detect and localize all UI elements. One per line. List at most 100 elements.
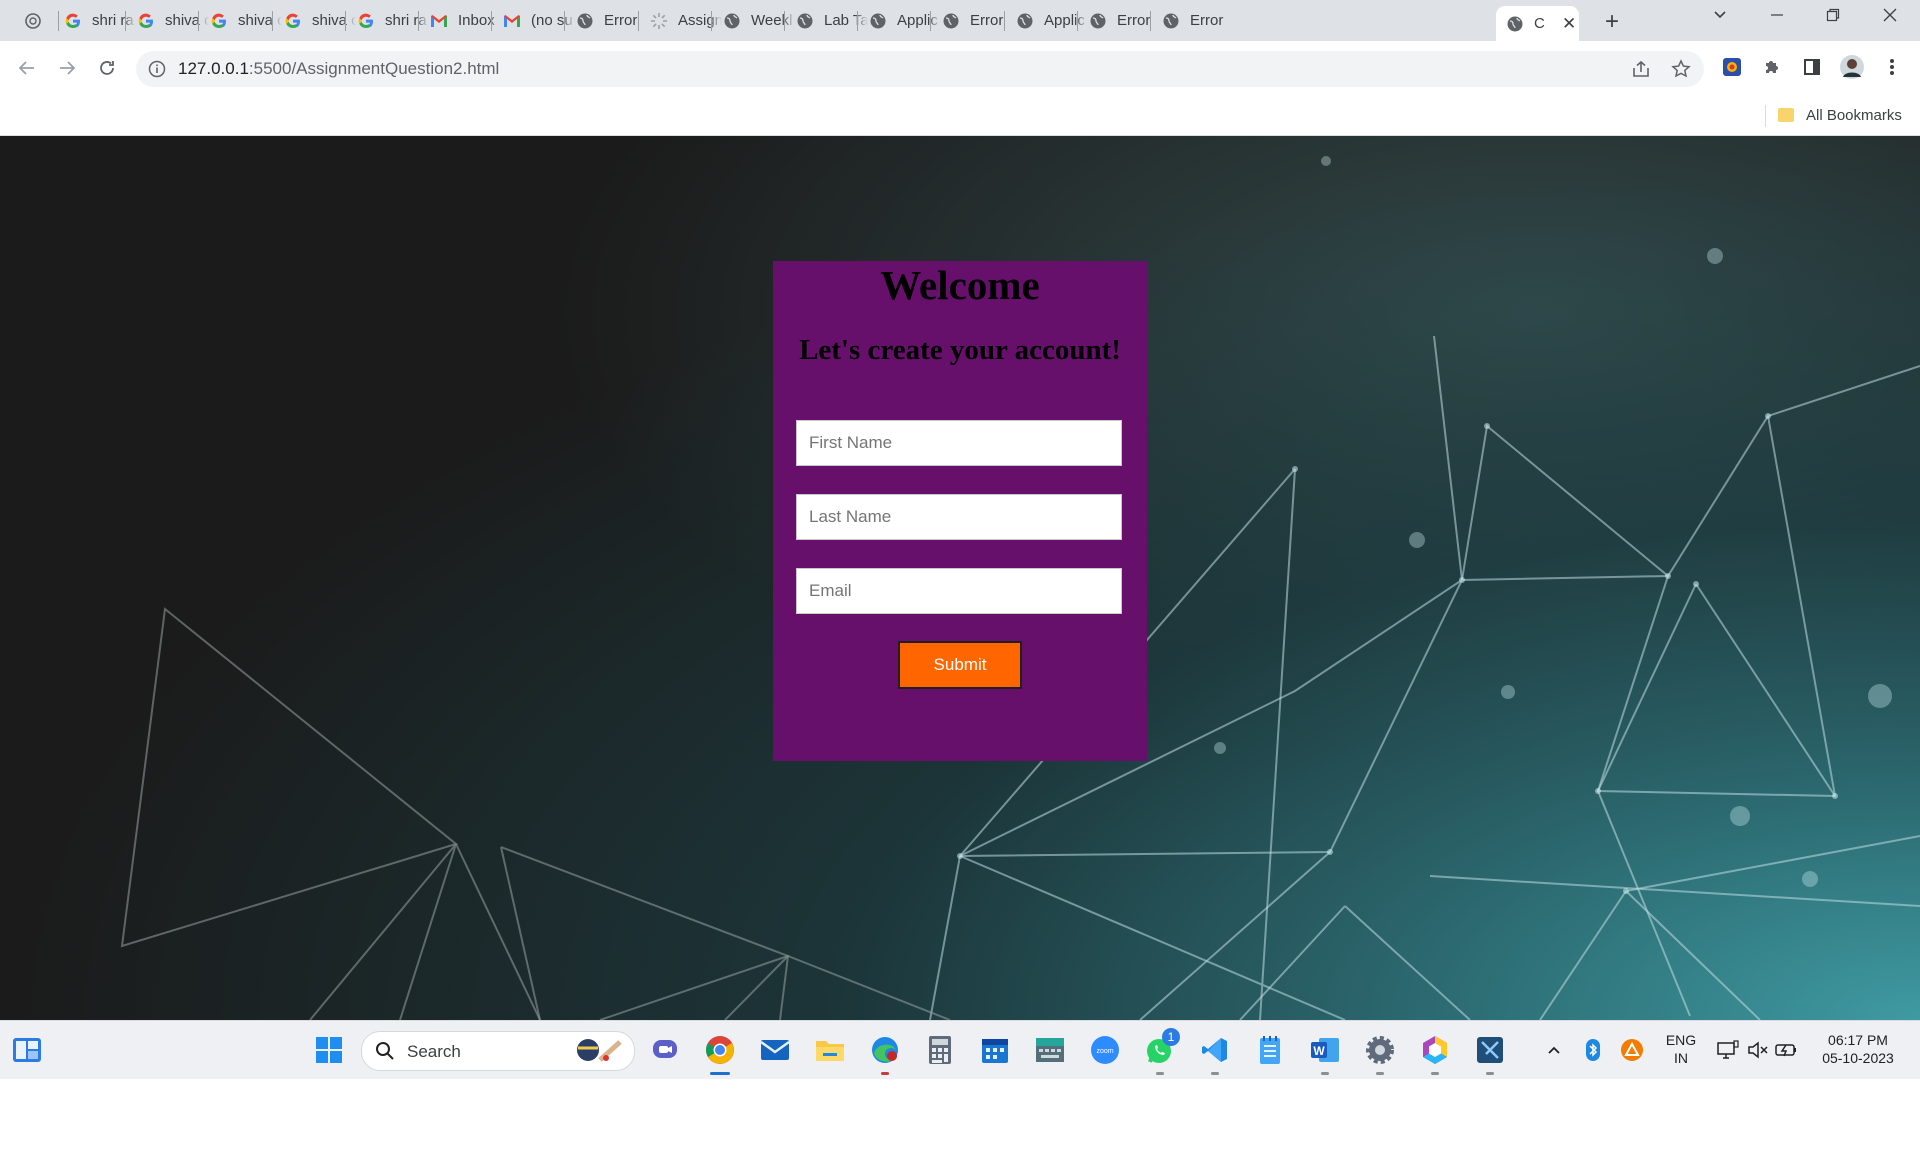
globe-icon [1016,12,1034,30]
more-menu-icon[interactable] [1880,55,1904,79]
globe-icon [942,12,960,30]
side-panel-icon[interactable] [1800,55,1824,79]
clock[interactable]: 06:17 PM 05-10-2023 [1808,1031,1908,1067]
widgets-icon[interactable] [11,1034,43,1066]
tab-separator [1077,11,1078,31]
show-hidden-icons-chevron-icon[interactable] [1538,1034,1570,1066]
close-window-button[interactable] [1870,6,1910,27]
bookmark-star-icon[interactable] [1670,58,1692,80]
signup-card: Welcome Let's create your account! Submi… [773,261,1147,761]
clock-date: 05-10-2023 [1822,1050,1894,1066]
back-button[interactable] [12,53,42,83]
taskbar-search-box[interactable]: Search [361,1031,635,1071]
profile-avatar[interactable] [1840,55,1864,79]
tray-app-icon[interactable] [1616,1034,1648,1066]
google-icon [210,12,228,30]
url-text[interactable]: 127.0.0.1:5500/AssignmentQuestion2.html [178,59,499,79]
vscode-icon[interactable] [1199,1034,1231,1066]
chrome-running-indicator [710,1072,730,1075]
create-account-subheading: Let's create your account! [799,334,1121,366]
blank-area-below-taskbar [0,1079,1920,1171]
extensions-puzzle-icon[interactable] [1760,55,1784,79]
tab-separator [491,11,492,31]
tab-strip: shri ra shiva c shiva c shiva c shri ra Inbox… [0,0,1920,41]
whatsapp-icon[interactable]: 1 [1144,1028,1180,1066]
language-indicator[interactable]: ENG IN [1661,1031,1701,1067]
whatsapp-notification-badge: 1 [1162,1028,1180,1046]
tab-separator [784,11,785,31]
snipping-tool-icon[interactable] [1474,1034,1506,1066]
globe-icon [869,12,887,30]
google-icon [357,12,375,30]
snipping-tool-running-indicator [1486,1072,1494,1075]
restore-button[interactable] [1813,6,1853,27]
active-tab[interactable]: C ✕ [1496,6,1579,41]
submit-button[interactable]: Submit [898,641,1022,689]
search-icon [376,1042,394,1060]
tab-search-chevron-icon[interactable] [1700,6,1740,27]
globe-icon [1506,15,1524,33]
url-host: 127.0.0.1 [178,59,249,78]
chrome-icon[interactable] [704,1034,736,1066]
browser-tab[interactable]: Error [1152,6,1238,35]
tab-separator [930,11,931,31]
forward-button[interactable] [52,53,82,83]
bluetooth-icon[interactable] [1577,1034,1609,1066]
globe-icon [723,12,741,30]
chatgpt-icon [24,12,42,30]
address-bar[interactable]: 127.0.0.1:5500/AssignmentQuestion2.html [136,51,1704,87]
word-icon[interactable]: W [1309,1034,1341,1066]
browser-tab[interactable] [14,6,54,35]
all-bookmarks-button[interactable]: All Bookmarks [1806,107,1902,124]
tab-separator [711,11,712,31]
globe-icon [576,12,594,30]
hexagon-app-icon[interactable] [1419,1034,1451,1066]
edge-browser-icon[interactable] [869,1034,901,1066]
tab-separator [638,11,639,31]
language-code: ENG [1665,1032,1697,1048]
google-icon [284,12,302,30]
vscode-running-indicator [1211,1072,1219,1075]
svg-text:zoom: zoom [1096,1048,1113,1055]
first-name-input[interactable] [796,420,1122,466]
hexagon-app-running-indicator [1431,1072,1439,1075]
site-info-icon[interactable] [148,60,166,78]
zoom-icon[interactable]: zoom [1089,1034,1121,1066]
calculator-icon[interactable] [924,1034,956,1066]
bookmarks-bar: All Bookmarks [0,97,1920,136]
tab-separator [1150,11,1151,31]
extension-colorful-icon[interactable] [1720,55,1744,79]
tab-separator [1004,11,1005,31]
clock-time: 06:17 PM [1828,1032,1888,1048]
minimize-button[interactable] [1757,6,1797,27]
globe-icon [1089,12,1107,30]
close-tab-icon[interactable]: ✕ [1562,14,1576,34]
tab-separator [857,11,858,31]
bookmark-folder-icon [1778,108,1794,122]
tab-separator [345,11,346,31]
search-label: Search [407,1042,461,1061]
file-explorer-icon[interactable] [814,1034,846,1066]
start-windows-icon[interactable] [313,1034,345,1066]
last-name-input[interactable] [796,494,1122,540]
tab-separator [272,11,273,31]
share-icon[interactable] [1630,58,1652,80]
mail-icon[interactable] [759,1034,791,1066]
reload-button[interactable] [92,53,122,83]
battery-charging-icon[interactable] [1770,1034,1802,1066]
settings-running-indicator [1376,1072,1384,1075]
notepad-icon[interactable] [1254,1034,1286,1066]
bookmarks-divider [1765,105,1766,127]
email-input[interactable] [796,568,1122,614]
settings-gear-icon[interactable] [1364,1034,1396,1066]
network-icon[interactable] [1712,1034,1744,1066]
tab-title: Error [1190,12,1224,29]
new-tab-button[interactable]: + [1600,8,1624,36]
globe-icon [796,12,814,30]
teams-chat-icon[interactable] [649,1034,681,1066]
gmail-icon [503,12,521,30]
calendar-icon[interactable] [979,1034,1011,1066]
whatsapp-running-indicator [1156,1072,1164,1075]
tab-title: C [1534,15,1545,32]
keyboard-app-icon[interactable] [1034,1034,1066,1066]
